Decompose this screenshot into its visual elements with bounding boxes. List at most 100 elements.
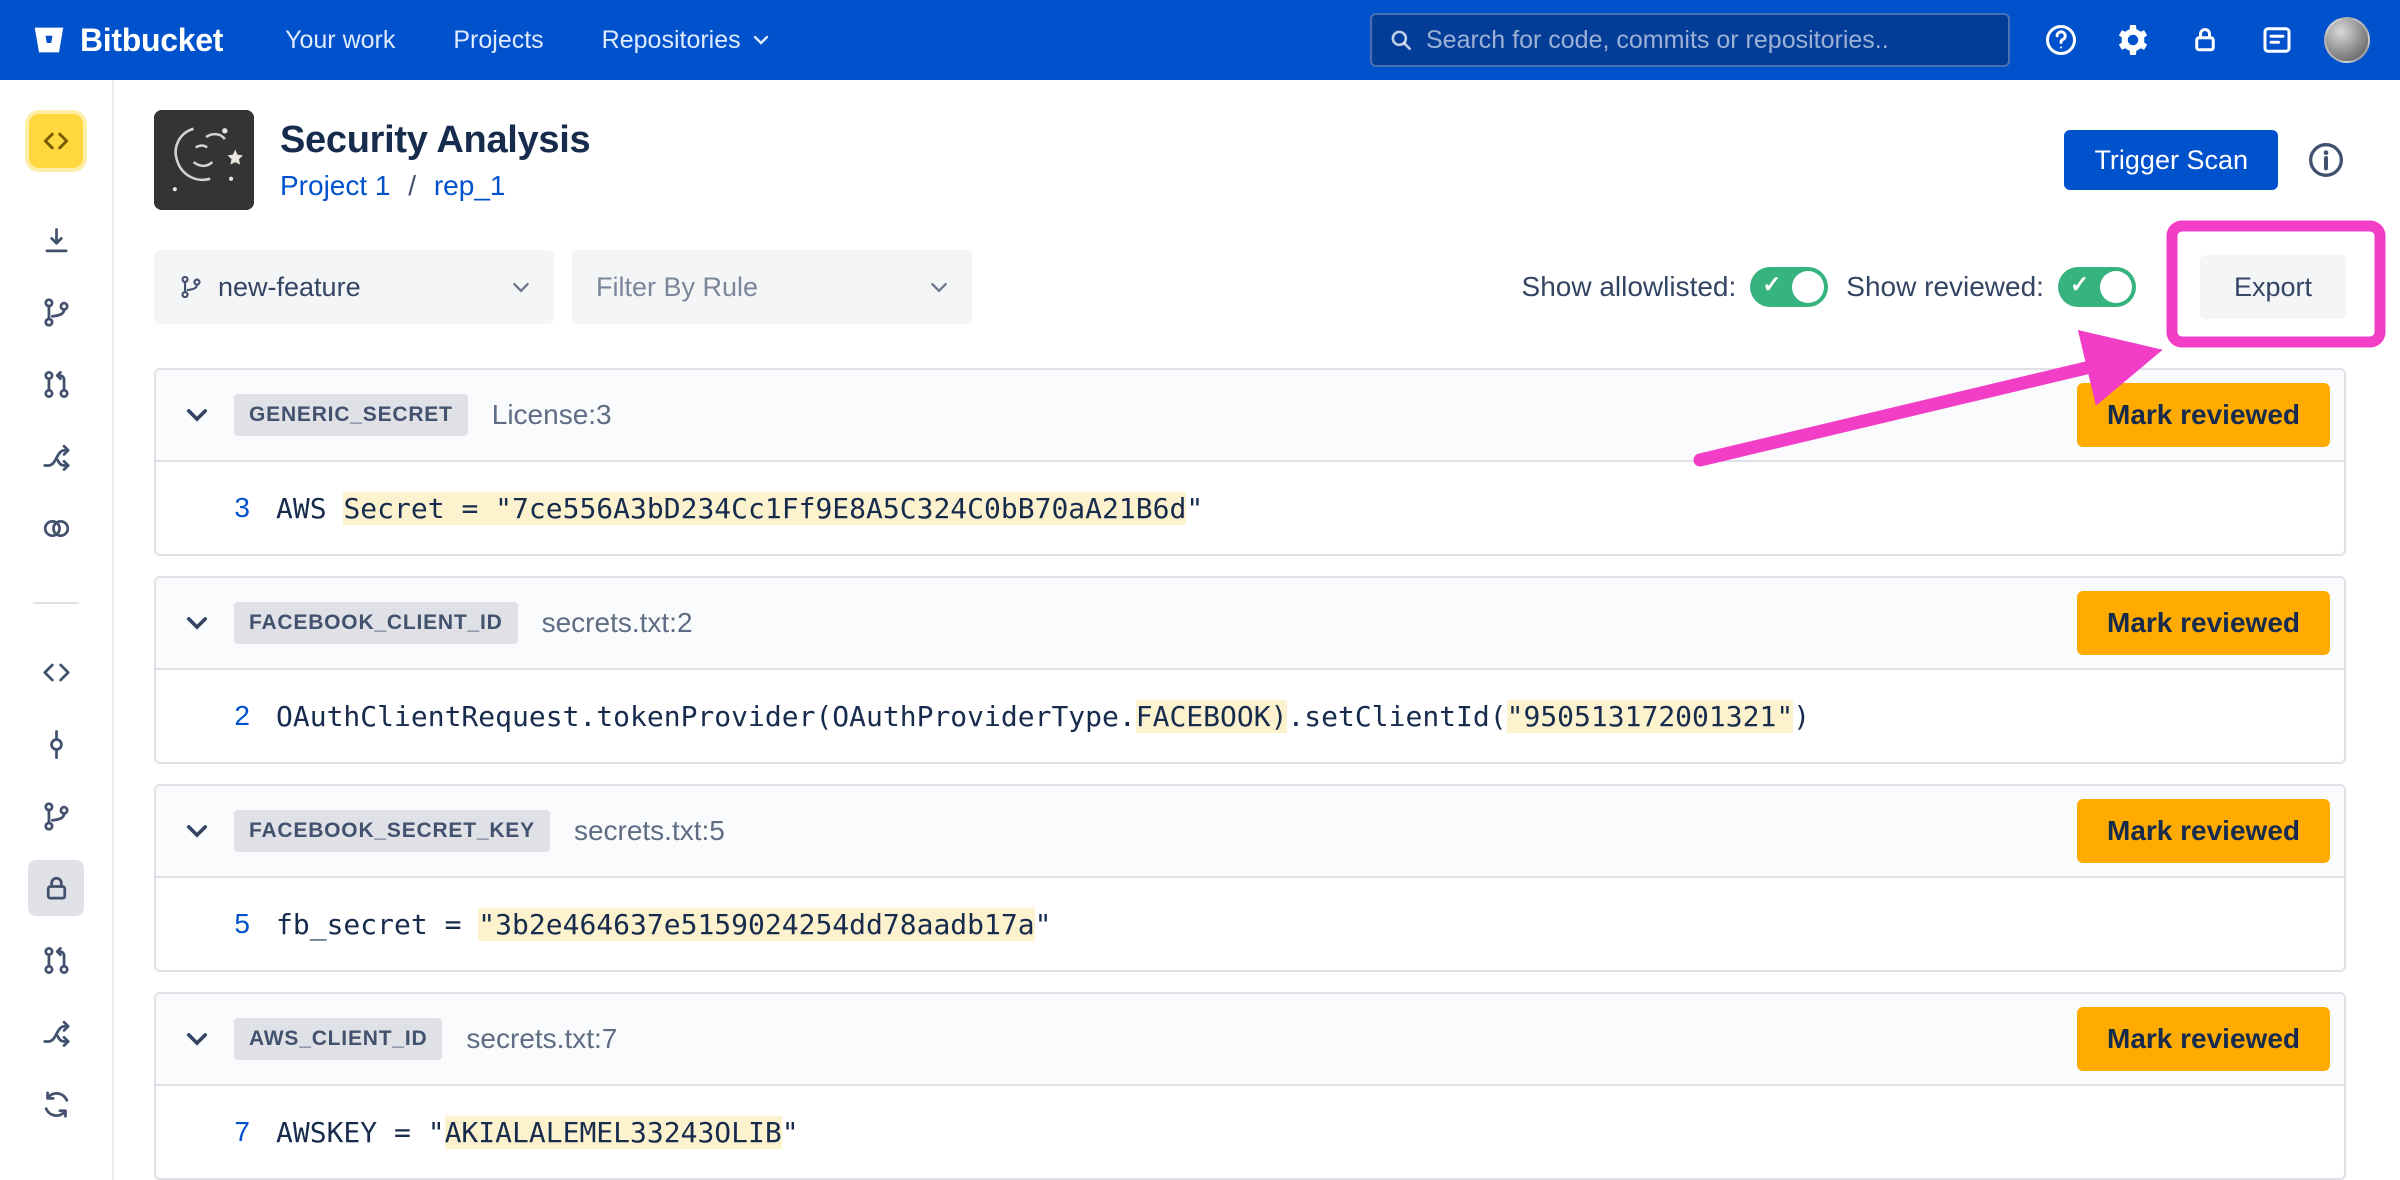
rule-badge: FACEBOOK_SECRET_KEY [234, 810, 550, 852]
source-code-icon[interactable] [28, 644, 84, 700]
secret-highlight: "950513172001321" [1507, 700, 1794, 733]
findings-list: GENERIC_SECRET License:3 Mark reviewed 3… [154, 368, 2346, 1180]
nav-projects[interactable]: Projects [453, 26, 543, 55]
line-number: 2 [180, 700, 250, 732]
chevron-down-icon[interactable] [184, 1026, 210, 1052]
bitbucket-logo[interactable]: Bitbucket [30, 21, 223, 59]
pipelines-icon[interactable] [28, 1004, 84, 1060]
branch-selector[interactable]: new-feature [154, 250, 554, 324]
settings-icon[interactable] [2112, 19, 2154, 61]
branches-icon[interactable] [28, 284, 84, 340]
check-icon: ✓ [2070, 271, 2089, 298]
title-block: Security Analysis Project 1 / rep_1 [280, 119, 590, 202]
show-allowlisted-toggle[interactable]: ✓ [1750, 267, 1828, 307]
check-icon: ✓ [1762, 271, 1781, 298]
nav-repositories[interactable]: Repositories [602, 26, 769, 55]
chevron-down-icon[interactable] [184, 818, 210, 844]
secret-highlight: AKIALALEMEL33243OLIB [445, 1116, 782, 1149]
filter-row: new-feature Filter By Rule Show allowlis… [154, 250, 2346, 324]
line-number: 3 [180, 492, 250, 524]
code-text: OAuthClientRequest.tokenProvider(OAuthPr… [276, 700, 1136, 733]
top-navigation: Bitbucket Your work Projects Repositorie… [0, 0, 2400, 80]
chevron-down-icon[interactable] [184, 402, 210, 428]
finding-body: 5 fb_secret = "3b2e464637e5159024254dd78… [156, 878, 2344, 970]
code-text: ) [1793, 700, 1810, 733]
deployments-icon[interactable] [28, 500, 84, 556]
code-text: " [1186, 492, 1203, 525]
security-lock-icon[interactable] [28, 860, 84, 916]
finding-header: FACEBOOK_SECRET_KEY secrets.txt:5 Mark r… [156, 786, 2344, 878]
bitbucket-app: Bitbucket Your work Projects Repositorie… [0, 0, 2400, 1180]
help-icon[interactable] [2040, 19, 2082, 61]
breadcrumb-project-link[interactable]: Project 1 [280, 170, 391, 201]
mark-reviewed-button[interactable]: Mark reviewed [2077, 591, 2330, 655]
topnav-icon-group [2040, 19, 2298, 61]
bitbucket-bucket-icon [30, 21, 68, 59]
rule-badge: FACEBOOK_CLIENT_ID [234, 602, 518, 644]
pull-requests-icon[interactable] [28, 932, 84, 988]
breadcrumb: Project 1 / rep_1 [280, 170, 590, 202]
feedback-icon[interactable] [2256, 19, 2298, 61]
code-icon [41, 126, 71, 156]
mark-reviewed-button[interactable]: Mark reviewed [2077, 799, 2330, 863]
finding-body: 2 OAuthClientRequest.tokenProvider(OAuth… [156, 670, 2344, 762]
repo-avatar[interactable] [29, 114, 83, 168]
show-allowlisted-label: Show allowlisted: [1522, 271, 1737, 303]
trigger-scan-button[interactable]: Trigger Scan [2064, 130, 2278, 190]
code-line: fb_secret = "3b2e464637e5159024254dd78aa… [276, 908, 1051, 941]
chevron-down-icon[interactable] [184, 610, 210, 636]
user-avatar[interactable] [2324, 17, 2370, 63]
brand-name: Bitbucket [80, 22, 223, 59]
info-icon[interactable] [2306, 140, 2346, 180]
finding-location: secrets.txt:7 [466, 1023, 617, 1055]
global-search[interactable] [1370, 13, 2010, 67]
code-text: AWSKEY = " [276, 1116, 445, 1149]
finding-card: FACEBOOK_CLIENT_ID secrets.txt:2 Mark re… [154, 576, 2346, 764]
main-content: Security Analysis Project 1 / rep_1 Trig… [114, 80, 2400, 1180]
secret-highlight: Secret = "7ce556A3bD234Cc1Ff9E8A5C324C0b… [343, 492, 1186, 525]
rule-badge: AWS_CLIENT_ID [234, 1018, 442, 1060]
finding-header: AWS_CLIENT_ID secrets.txt:7 Mark reviewe… [156, 994, 2344, 1086]
code-text: .setClientId( [1287, 700, 1506, 733]
branches-icon[interactable] [28, 788, 84, 844]
pull-requests-icon[interactable] [28, 356, 84, 412]
toggle-knob [2100, 271, 2132, 303]
mark-reviewed-button[interactable]: Mark reviewed [2077, 383, 2330, 447]
page-header: Security Analysis Project 1 / rep_1 Trig… [154, 110, 2346, 210]
chevron-down-icon [753, 35, 769, 45]
search-icon [1388, 27, 1414, 53]
finding-body: 7 AWSKEY = "AKIALALEMEL33243OLIB" [156, 1086, 2344, 1178]
code-text: fb_secret = [276, 908, 478, 941]
pipelines-icon[interactable] [28, 428, 84, 484]
finding-card: AWS_CLIENT_ID secrets.txt:7 Mark reviewe… [154, 992, 2346, 1180]
finding-location: secrets.txt:2 [542, 607, 693, 639]
search-input[interactable] [1426, 26, 1992, 55]
sync-icon[interactable] [28, 1076, 84, 1132]
repository-artwork-avatar [154, 110, 254, 210]
branch-selector-value: new-feature [218, 272, 361, 303]
finding-card: GENERIC_SECRET License:3 Mark reviewed 3… [154, 368, 2346, 556]
secret-highlight: "3b2e464637e5159024254dd78aadb17a [478, 908, 1034, 941]
header-actions: Trigger Scan [2064, 130, 2346, 190]
show-reviewed-toggle[interactable]: ✓ [2058, 267, 2136, 307]
body-row: Security Analysis Project 1 / rep_1 Trig… [0, 80, 2400, 1180]
admin-lock-icon[interactable] [2184, 19, 2226, 61]
chevron-down-icon [930, 282, 948, 293]
finding-location: secrets.txt:5 [574, 815, 725, 847]
code-line: OAuthClientRequest.tokenProvider(OAuthPr… [276, 700, 1810, 733]
primary-nav: Your work Projects Repositories [285, 26, 769, 55]
code-text: " [782, 1116, 799, 1149]
export-button[interactable]: Export [2200, 255, 2346, 319]
topnav-avatar-group [2324, 17, 2370, 63]
clone-icon[interactable] [28, 212, 84, 268]
finding-header: FACEBOOK_CLIENT_ID secrets.txt:2 Mark re… [156, 578, 2344, 670]
rule-filter-selector[interactable]: Filter By Rule [572, 250, 972, 324]
commits-icon[interactable] [28, 716, 84, 772]
mark-reviewed-button[interactable]: Mark reviewed [2077, 1007, 2330, 1071]
finding-body: 3 AWS Secret = "7ce556A3bD234Cc1Ff9E8A5C… [156, 462, 2344, 554]
code-text: AWS [276, 492, 343, 525]
breadcrumb-separator: / [408, 170, 416, 201]
breadcrumb-repo-link[interactable]: rep_1 [434, 170, 506, 201]
code-line: AWS Secret = "7ce556A3bD234Cc1Ff9E8A5C32… [276, 492, 1203, 525]
nav-your-work[interactable]: Your work [285, 26, 395, 55]
